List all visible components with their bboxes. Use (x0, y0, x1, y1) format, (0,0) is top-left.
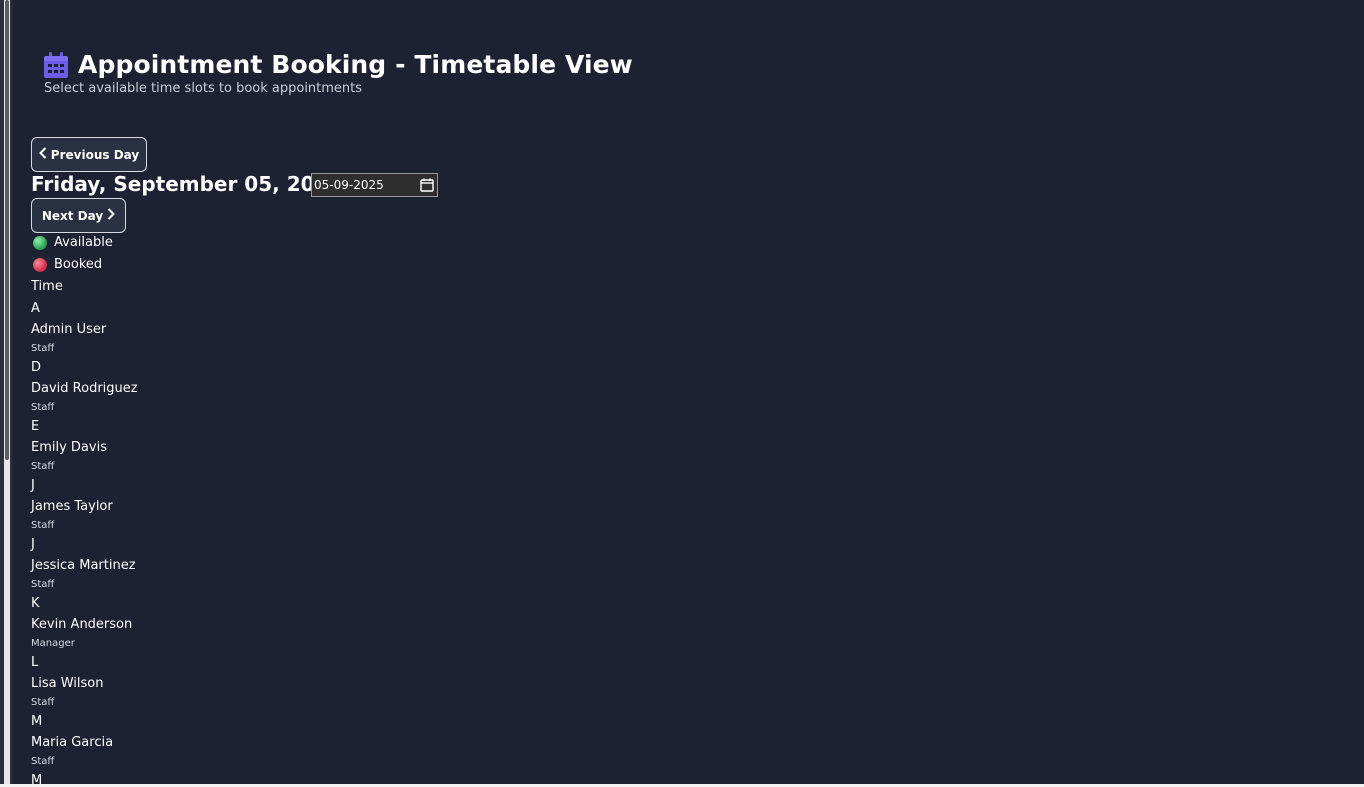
staff-role: Staff (31, 461, 55, 472)
staff-role: Staff (31, 343, 55, 354)
chevron-right-icon (107, 208, 116, 223)
staff-avatar-initial: M (31, 714, 43, 729)
staff-column-header: L Lisa Wilson Staff (31, 653, 138, 712)
staff-column-header: K Kevin Anderson Manager (31, 594, 138, 653)
page-subtitle: Select available time slots to book appo… (44, 81, 363, 96)
staff-avatar-initial: D (31, 360, 42, 375)
title-row: Appointment Booking - Timetable View (44, 50, 633, 79)
gutter-divider (12, 0, 13, 787)
staff-column-header: D David Rodriguez Staff (31, 358, 138, 417)
page-title: Appointment Booking - Timetable View (78, 50, 633, 79)
date-picker-input[interactable]: 05-09-2025 (311, 173, 438, 197)
staff-avatar-initial: L (31, 655, 39, 670)
staff-name: Lisa Wilson (31, 676, 104, 691)
time-column-header: Time (31, 279, 63, 294)
legend-available-label: Available (54, 235, 113, 250)
previous-day-label: Previous Day (50, 147, 140, 162)
staff-avatar-initial: J (31, 537, 35, 552)
legend-available: Available (33, 235, 113, 250)
staff-role: Staff (31, 402, 55, 413)
calendar-picker-icon[interactable] (420, 178, 434, 192)
legend-booked: Booked (33, 257, 102, 272)
staff-role: Staff (31, 579, 55, 590)
staff-name: Jessica Martinez (31, 558, 136, 573)
staff-name: Maria Garcia (31, 735, 114, 750)
next-day-label: Next Day (41, 208, 104, 223)
staff-avatar-initial: J (31, 478, 35, 493)
current-date-heading: Friday, September 05, 2025 (31, 172, 343, 196)
staff-role: Staff (31, 756, 55, 767)
page-header: Appointment Booking - Timetable View Sel… (44, 50, 633, 96)
staff-avatar-initial: A (31, 301, 40, 316)
staff-name: Emily Davis (31, 440, 107, 455)
staff-avatar-initial: K (31, 596, 40, 611)
timetable: Time A Admin User Staff D David Rodrigue… (31, 278, 138, 787)
staff-role: Staff (31, 520, 55, 531)
staff-role: Manager (31, 638, 75, 649)
staff-column-header: J Jessica Martinez Staff (31, 535, 138, 594)
scrollbar-thumb[interactable] (5, 0, 9, 460)
available-dot-icon (33, 235, 47, 250)
previous-day-button[interactable]: Previous Day (31, 137, 147, 172)
staff-role: Staff (31, 697, 55, 708)
staff-name: Kevin Anderson (31, 617, 133, 632)
staff-name: David Rodriguez (31, 381, 138, 396)
staff-column-header: A Admin User Staff (31, 299, 138, 358)
chevron-left-icon (38, 147, 47, 162)
calendar-icon (44, 51, 68, 78)
staff-name: James Taylor (31, 499, 113, 514)
app-window: Appointment Booking - Timetable View Sel… (0, 0, 1364, 787)
staff-avatar-initial: E (31, 419, 40, 434)
legend-booked-label: Booked (54, 257, 103, 272)
staff-column-header: M Maria Garcia Staff (31, 712, 138, 771)
staff-column-header: J James Taylor Staff (31, 476, 138, 535)
booked-dot-icon (33, 257, 47, 272)
staff-name: Admin User (31, 322, 107, 337)
next-day-button[interactable]: Next Day (31, 198, 126, 233)
date-picker-value: 05-09-2025 (314, 178, 384, 192)
staff-column-header: E Emily Davis Staff (31, 417, 138, 476)
